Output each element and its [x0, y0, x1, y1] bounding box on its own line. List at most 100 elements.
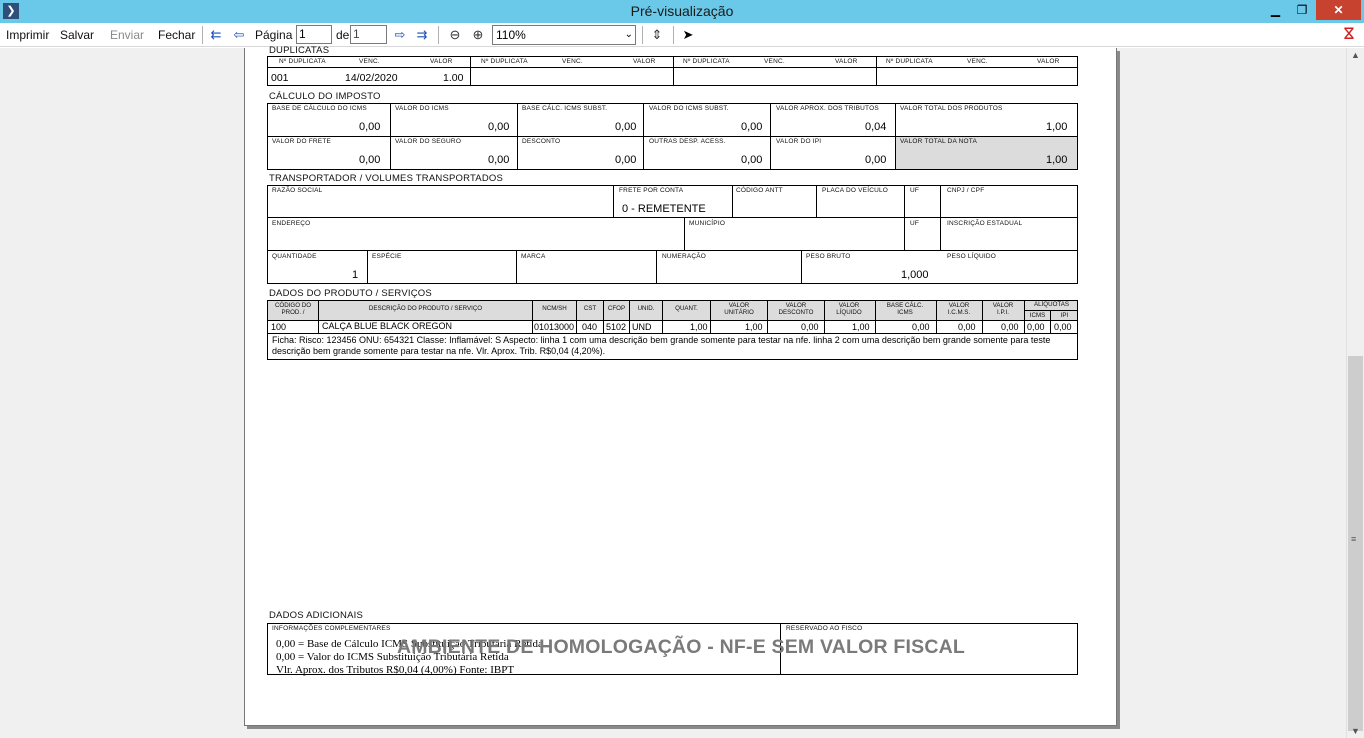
ficha-text: Ficha: Risco: 123456 ONU: 654321 Classe:… [272, 335, 1077, 359]
previous-page-icon[interactable]: ⇦ [230, 26, 248, 44]
peso-bruto-label: PESO BRUTO [806, 253, 851, 260]
divider [267, 333, 1078, 334]
col-vliq: VALOR LÍQUIDO [836, 302, 862, 316]
title-bar: ❯ Pré-visualização ▁ ❐ ✕ [0, 0, 1364, 23]
aprox-value: 0,04 [865, 121, 887, 133]
zoom-in-icon[interactable]: ⊕ [469, 26, 487, 44]
zoom-out-icon[interactable]: ⊖ [446, 26, 464, 44]
divider [267, 136, 1078, 137]
dup-venc-label: VENC. [359, 58, 380, 65]
frete-value: 0,00 [359, 154, 381, 166]
next-page-icon[interactable]: ⇨ [391, 26, 409, 44]
scroll-up-icon[interactable]: ▲ [1347, 50, 1364, 60]
divider [904, 185, 905, 250]
desconto-value: 0,00 [615, 154, 637, 166]
total-nota-label: VALOR TOTAL DA NOTA [900, 138, 978, 145]
dup-venc-label: VENC. [764, 58, 785, 65]
scroll-down-icon[interactable]: ▼ [1347, 726, 1364, 736]
chevron-down-icon: ⌄ [624, 29, 633, 40]
row-vicms: 0,00 [958, 322, 976, 332]
transp-header: TRANSPORTADOR / VOLUMES TRANSPORTADOS [269, 173, 504, 184]
desconto-label: DESCONTO [522, 138, 561, 145]
col-aliq-ipi: IPI [1060, 312, 1069, 319]
ficha-line-2: descrição bem grande somente para testar… [272, 346, 606, 356]
outras-value: 0,00 [741, 154, 763, 166]
valor-st-label: VALOR DO ICMS SUBST. [649, 105, 729, 112]
dup-valor-label: VALOR [835, 58, 858, 65]
total-pages-field: 1 [350, 25, 387, 44]
divider [770, 103, 771, 170]
seguro-label: VALOR DO SEGURO [395, 138, 462, 145]
numeracao-label: NUMERAÇÃO [662, 253, 707, 260]
minimize-button[interactable]: ▁ [1262, 0, 1289, 20]
dup-venc: 14/02/2020 [345, 72, 398, 84]
salvar-button[interactable]: Salvar [60, 28, 94, 42]
imprimir-button[interactable]: Imprimir [6, 28, 49, 42]
uf2-label: UF [910, 220, 920, 227]
col-vunit: VALOR UNITÁRIO [724, 302, 754, 316]
row-unid: UND [632, 322, 652, 332]
divider [267, 217, 1078, 218]
divider [895, 103, 896, 170]
divider [516, 250, 517, 284]
row-descricao: CALÇA BLUE BLACK OREGON [322, 321, 453, 331]
col-quant: QUANT. [675, 305, 698, 312]
fechar-button[interactable]: Fechar [158, 28, 195, 42]
row-aliq-icms: 0,00 [1027, 322, 1045, 332]
valor-icms-value: 0,00 [488, 121, 510, 133]
first-page-icon[interactable]: ⇇ [207, 26, 225, 44]
transp-box [267, 185, 1078, 284]
dup-valor-label: VALOR [1037, 58, 1060, 65]
uf-label: UF [910, 187, 920, 194]
divider [1024, 310, 1078, 311]
divider [267, 250, 1078, 251]
ie-label: INSCRIÇÃO ESTADUAL [947, 220, 1023, 227]
row-quant: 1,00 [690, 322, 708, 332]
de-label: de [336, 28, 350, 42]
col-aliq-icms: ICMS [1029, 312, 1046, 319]
dup-num-label: Nº DUPLICATA [683, 58, 730, 65]
close-button[interactable]: ✕ [1316, 0, 1361, 20]
vertical-scrollbar[interactable]: ▲ ≡ ▼ [1346, 48, 1364, 738]
divider [517, 103, 518, 170]
pointer-icon[interactable]: ➤ [679, 26, 697, 44]
row-cst: 040 [582, 322, 598, 332]
dup-num: 001 [271, 72, 289, 84]
dup-num-label: Nº DUPLICATA [886, 58, 933, 65]
row-vdesc: 0,00 [801, 322, 819, 332]
row-vliq: 1,00 [852, 322, 870, 332]
imposto-header: CÁLCULO DO IMPOSTO [269, 91, 381, 102]
col-vipi: VALOR I.P.I. [992, 302, 1014, 316]
duplicatas-header: DUPLICATAS [269, 45, 330, 56]
outras-label: OUTRAS DESP. ACESS. [649, 138, 726, 145]
col-bcicms: BASE CÁLC. ICMS [886, 302, 924, 316]
col-descricao: DESCRIÇÃO DO PRODUTO / SERVIÇO [368, 305, 483, 312]
divider [801, 250, 802, 284]
toolbar-separator [438, 26, 439, 44]
zoom-select[interactable]: 110% ⌄ [492, 25, 636, 45]
endereco-label: ENDEREÇO [272, 220, 311, 227]
divider [710, 300, 711, 333]
row-ncm: 01013000 [534, 322, 575, 332]
restore-button[interactable]: ❐ [1289, 0, 1315, 20]
divider [936, 300, 937, 333]
info-line-3: Vlr. Aprox. dos Tributos R$0,04 (4,00%) … [276, 664, 515, 676]
divider [643, 103, 644, 170]
dup-valor: 1.00 [443, 72, 464, 84]
enviar-button[interactable]: Enviar [110, 28, 144, 42]
reservado-fisco-label: RESERVADO AO FISCO [786, 625, 863, 632]
dup-valor-label: VALOR [633, 58, 656, 65]
ficha-line-1: Ficha: Risco: 123456 ONU: 654321 Classe:… [272, 335, 1051, 345]
base-icms-value: 0,00 [359, 121, 381, 133]
cnpj-label: CNPJ / CPF [947, 187, 985, 194]
divider [390, 103, 391, 170]
base-st-label: BASE CÁLC. ICMS SUBST. [522, 105, 608, 112]
aprox-label: VALOR APROX. DOS TRIBUTOS [776, 105, 879, 112]
toolbar-separator [673, 26, 674, 44]
fit-page-icon[interactable]: ⇕ [648, 26, 666, 44]
divider [684, 217, 685, 250]
page-number-input[interactable]: 1 [296, 25, 332, 44]
row-vunit: 1,00 [745, 322, 763, 332]
divider [470, 56, 471, 86]
last-page-icon[interactable]: ⇉ [413, 26, 431, 44]
